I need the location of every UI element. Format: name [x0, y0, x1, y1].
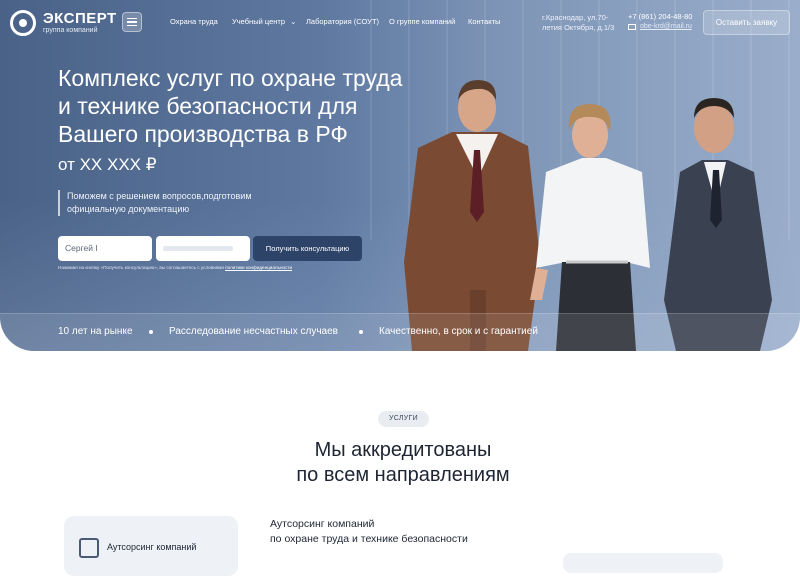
address-line-2: летия Октября, д.1/3 [542, 23, 615, 32]
email-text: obe-krd@mail.ru [640, 23, 692, 30]
service-card-label: Аутсорсинг компаний [107, 542, 197, 552]
phone-link[interactable]: +7 (861) 204-48-80 [628, 12, 692, 21]
nav-item-contacts[interactable]: Контакты [468, 17, 500, 26]
nav-item-labor-safety[interactable]: Охрана труда [170, 17, 218, 26]
logo-name: ЭКСПЕРТ [43, 10, 117, 27]
nav-item-training-center[interactable]: Учебный центр ⌄ [232, 17, 296, 26]
request-button[interactable]: Оставить заявку [703, 10, 790, 35]
consult-button[interactable]: Получить консультацию [253, 236, 362, 261]
nav-item-about[interactable]: О группе компаний [389, 17, 455, 26]
phone-input[interactable] [156, 236, 250, 261]
feature-years: 10 лет на рынке [58, 326, 133, 337]
menu-icon[interactable] [122, 12, 142, 32]
hero-banner [0, 0, 800, 351]
document-icon [79, 538, 99, 558]
chevron-down-icon: ⌄ [290, 17, 297, 26]
legal-note: Нажимая на кнопку «Получить консультацию… [58, 265, 292, 270]
person-left [404, 80, 540, 351]
gear-icon [10, 10, 36, 36]
bullet-dot [359, 330, 363, 334]
mail-icon [628, 23, 636, 30]
nav-item-training-center-label: Учебный центр [232, 17, 285, 26]
service-detail-title: Аутсорсинг компаний по охране труда и те… [270, 517, 468, 547]
name-input[interactable]: Сергей I [58, 236, 152, 261]
hero-description: Поможем с решением вопросов,подготовим о… [58, 190, 278, 216]
section-title-line-2: по всем направлениям [296, 464, 510, 486]
team-photo [404, 80, 772, 351]
privacy-policy-link[interactable]: политики конфиденциальности [225, 265, 292, 270]
hero-title: Комплекс услуг по охране труда и технике… [58, 65, 403, 147]
service-detail-title-line-2: по охране труда и технике безопасности [270, 533, 468, 545]
hero-price: от XX XXX ₽ [58, 155, 157, 174]
nav-item-laboratory[interactable]: Лаборатория (СОУТ) [306, 17, 379, 26]
logo-subtitle: группа компаний [43, 27, 98, 34]
section-title: Мы аккредитованы по всем направлениям [250, 438, 556, 488]
section-pill: УСЛУГИ [378, 411, 429, 427]
service-detail-title-line-1: Аутсорсинг компаний [270, 518, 375, 530]
address-line-1: г.Краснодар, ул.70- [542, 13, 609, 22]
bullet-dot [149, 330, 153, 334]
section-title-line-1: Мы аккредитованы [314, 439, 492, 461]
legal-text: Нажимая на кнопку «Получить консультацию… [58, 265, 224, 270]
service-detail-card [563, 553, 723, 573]
feature-quality: Качественно, в срок и с гарантией [379, 326, 538, 337]
email-link[interactable]: obe-krd@mail.ru [628, 23, 692, 30]
feature-investigation: Расследование несчастных случаев [169, 326, 338, 337]
logo[interactable]: ЭКСПЕРТ группа компаний [10, 10, 117, 36]
address: г.Краснодар, ул.70- летия Октября, д.1/3 [542, 13, 614, 33]
